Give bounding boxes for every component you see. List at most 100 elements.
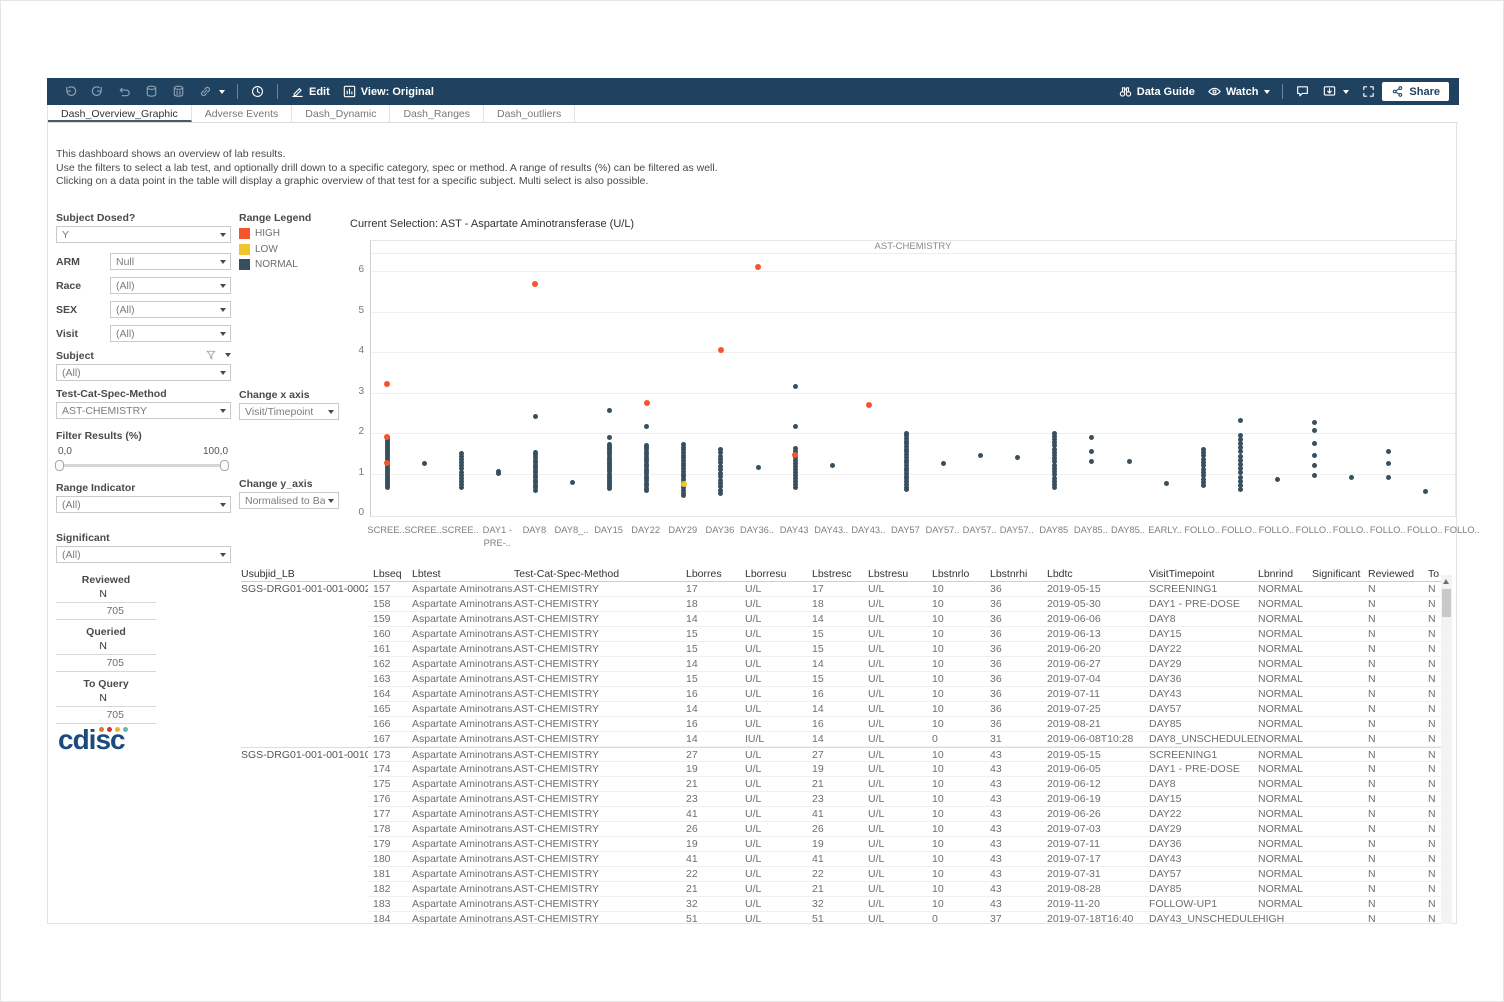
data-point-normal[interactable]	[756, 465, 761, 470]
column-header-lbseq[interactable]: Lbseq	[368, 567, 412, 581]
data-point-normal[interactable]	[1386, 461, 1391, 466]
data-point-high[interactable]	[532, 281, 538, 287]
table-row[interactable]: 161Aspartate Aminotrans..AST-CHEMISTRY15…	[241, 642, 1441, 657]
funnel-icon[interactable]	[206, 350, 216, 360]
data-point-normal[interactable]	[941, 461, 946, 466]
table-row[interactable]: 158Aspartate Aminotrans..AST-CHEMISTRY18…	[241, 597, 1441, 612]
data-point[interactable]	[904, 431, 909, 436]
slider-handle-min[interactable]	[55, 460, 64, 471]
data-point-normal[interactable]	[793, 384, 798, 389]
table-row[interactable]: 176Aspartate Aminotrans..AST-CHEMISTRY23…	[241, 792, 1441, 807]
column-header-to-query[interactable]: To Query	[1428, 567, 1441, 581]
data-point[interactable]	[607, 442, 612, 447]
data-point-low[interactable]	[681, 481, 687, 487]
data-point-high[interactable]	[384, 381, 390, 387]
view-original-button[interactable]: View: Original	[336, 78, 440, 105]
edit-button[interactable]: Edit	[284, 78, 336, 105]
column-header-lbstnrhi[interactable]: Lbstnrhi	[985, 567, 1047, 581]
pause-updates-button[interactable]	[165, 78, 192, 105]
data-point[interactable]	[1238, 433, 1243, 438]
column-header-lborresu[interactable]: Lborresu	[745, 567, 807, 581]
column-header-lbnrind[interactable]: Lbnrind	[1258, 567, 1312, 581]
table-row[interactable]: SGS-DRG01-001-001-0002157Aspartate Amino…	[241, 582, 1441, 597]
column-header-lbtest[interactable]: Lbtest	[412, 567, 514, 581]
column-header-test-cat-spec-method[interactable]: Test-Cat-Spec-Method	[514, 567, 681, 581]
column-header-lbstresu[interactable]: Lbstresu	[868, 567, 927, 581]
table-row[interactable]: 183Aspartate Aminotrans..AST-CHEMISTRY32…	[241, 897, 1441, 912]
legend-item-high[interactable]: HIGH	[239, 228, 280, 239]
table-row[interactable]: 166Aspartate Aminotrans..AST-CHEMISTRY16…	[241, 717, 1441, 732]
data-point[interactable]	[533, 450, 538, 455]
data-point-normal[interactable]	[1312, 453, 1317, 458]
change-x-axis-dropdown[interactable]: Visit/Timepoint	[239, 403, 339, 420]
column-header-lbdtc[interactable]: Lbdtc	[1047, 567, 1149, 581]
test-cat-spec-method-dropdown[interactable]: AST-CHEMISTRY	[56, 402, 231, 419]
data-point-normal[interactable]	[1386, 449, 1391, 454]
fullscreen-button[interactable]	[1355, 78, 1382, 105]
filter-results-slider[interactable]	[56, 460, 228, 471]
data-point-high[interactable]	[755, 264, 761, 270]
table-row[interactable]: 180Aspartate Aminotrans..AST-CHEMISTRY41…	[241, 852, 1441, 867]
data-point-normal[interactable]	[978, 453, 983, 458]
data-point-normal[interactable]	[1275, 477, 1280, 482]
redo-button[interactable]	[84, 78, 111, 105]
scatter-plot-panel[interactable]: AST-CHEMISTRY	[370, 240, 1456, 517]
data-point-normal[interactable]	[1015, 455, 1020, 460]
arm-dropdown[interactable]: Null	[110, 253, 231, 270]
data-point[interactable]	[644, 443, 649, 448]
table-row[interactable]: 182Aspartate Aminotrans..AST-CHEMISTRY21…	[241, 882, 1441, 897]
table-row[interactable]: 167Aspartate Aminotrans..AST-CHEMISTRY14…	[241, 732, 1441, 747]
data-point-normal[interactable]	[1312, 463, 1317, 468]
subject-dropdown[interactable]: (All)	[56, 364, 231, 381]
column-header-reviewed[interactable]: Reviewed	[1368, 567, 1428, 581]
table-row[interactable]: 184Aspartate Aminotrans..AST-CHEMISTRY51…	[241, 912, 1441, 924]
watch-button[interactable]: Watch	[1201, 78, 1277, 105]
table-row[interactable]: 162Aspartate Aminotrans..AST-CHEMISTRY14…	[241, 657, 1441, 672]
data-point-high[interactable]	[718, 347, 724, 353]
data-point-normal[interactable]	[496, 469, 501, 474]
data-point-normal[interactable]	[1386, 475, 1391, 480]
tab-adverse-events[interactable]: Adverse Events	[192, 105, 293, 122]
data-point-high[interactable]	[644, 400, 650, 406]
table-row[interactable]: 163Aspartate Aminotrans..AST-CHEMISTRY15…	[241, 672, 1441, 687]
range-indicator-dropdown[interactable]: (All)	[56, 496, 231, 513]
table-row[interactable]: 165Aspartate Aminotrans..AST-CHEMISTRY14…	[241, 702, 1441, 717]
data-point-high[interactable]	[384, 434, 390, 440]
column-header-lbstnrlo[interactable]: Lbstnrlo	[927, 567, 985, 581]
data-point-normal[interactable]	[1089, 449, 1094, 454]
data-point-normal[interactable]	[1089, 459, 1094, 464]
data-point-normal[interactable]	[1164, 481, 1169, 486]
refresh-data-button[interactable]	[138, 78, 165, 105]
race-dropdown[interactable]: (All)	[110, 277, 231, 294]
table-row[interactable]: 160Aspartate Aminotrans..AST-CHEMISTRY15…	[241, 627, 1441, 642]
table-scrollbar[interactable]	[1441, 575, 1452, 924]
comments-button[interactable]	[1289, 78, 1316, 105]
slider-track[interactable]	[60, 464, 224, 467]
data-point[interactable]	[1201, 447, 1206, 452]
visit-dropdown[interactable]: (All)	[110, 325, 231, 342]
tab-dash-outliers[interactable]: Dash_outliers	[484, 105, 575, 122]
data-point-normal[interactable]	[1127, 459, 1132, 464]
data-point-normal[interactable]	[533, 414, 538, 419]
scroll-up-icon[interactable]	[1443, 579, 1449, 584]
data-point-normal[interactable]	[570, 480, 575, 485]
data-point-normal[interactable]	[644, 424, 649, 429]
column-header-lbstresc[interactable]: Lbstresc	[807, 567, 868, 581]
table-row[interactable]: 174Aspartate Aminotrans..AST-CHEMISTRY19…	[241, 762, 1441, 777]
download-button[interactable]	[1316, 78, 1355, 105]
undo-button[interactable]	[57, 78, 84, 105]
scrollbar-thumb[interactable]	[1442, 589, 1451, 617]
significant-dropdown[interactable]: (All)	[56, 546, 231, 563]
data-point[interactable]	[1052, 431, 1057, 436]
data-point-normal[interactable]	[1349, 475, 1354, 480]
table-row[interactable]: 177Aspartate Aminotrans..AST-CHEMISTRY41…	[241, 807, 1441, 822]
column-header-usubjid-lb[interactable]: Usubjid_LB	[241, 567, 368, 581]
table-row[interactable]: 179Aspartate Aminotrans..AST-CHEMISTRY19…	[241, 837, 1441, 852]
tab-dash-dynamic[interactable]: Dash_Dynamic	[292, 105, 390, 122]
tab-dash-ranges[interactable]: Dash_Ranges	[390, 105, 484, 122]
table-row[interactable]: SGS-DRG01-001-001-0010173Aspartate Amino…	[241, 747, 1441, 762]
table-row[interactable]: 178Aspartate Aminotrans..AST-CHEMISTRY26…	[241, 822, 1441, 837]
data-point-normal[interactable]	[1312, 420, 1317, 425]
data-point-normal[interactable]	[1238, 418, 1243, 423]
data-point[interactable]	[1238, 475, 1243, 480]
